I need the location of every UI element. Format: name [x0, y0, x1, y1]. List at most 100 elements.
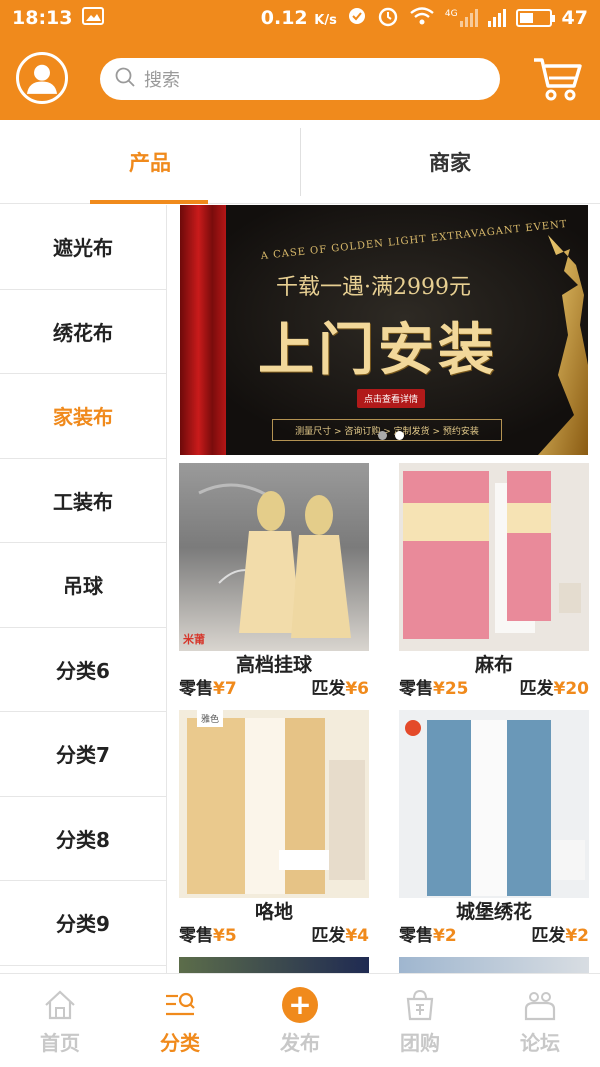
sidebar-item-category8[interactable]: 分类8	[0, 797, 166, 881]
tab-merchants[interactable]: 商家	[300, 120, 600, 204]
status-time: 18:13	[12, 7, 73, 29]
product-name: 高档挂球	[235, 654, 312, 676]
image-notification-icon	[82, 6, 105, 30]
nav-home[interactable]: 首页	[0, 974, 120, 1067]
promo-banner[interactable]: A CASE OF GOLDEN LIGHT EXTRAVAGANT EVENT…	[180, 205, 588, 455]
user-icon[interactable]	[16, 52, 68, 104]
wholesale-label: 匹发	[519, 679, 554, 699]
wholesale-price: ¥6	[345, 679, 369, 699]
banner-headline: 上门安装	[258, 317, 498, 383]
banner-pager-dots[interactable]	[378, 431, 404, 440]
product-tag: 雅色	[197, 710, 224, 727]
banner-subtitle: 千载一遇·满2999元	[276, 275, 471, 300]
retail-price-group: 零售¥7	[179, 677, 237, 701]
bottom-nav: 首页 分类 + 发布 团购 论坛	[0, 973, 600, 1067]
retail-price: ¥25	[433, 679, 469, 699]
home-icon	[45, 989, 75, 1019]
app-root: 18:13 0.12 K/s 4G 47 搜索 产品 商家 遮光布 绣花布 家装…	[0, 0, 600, 1067]
retail-label: 零售	[179, 679, 213, 699]
nav-forum[interactable]: 论坛	[480, 974, 600, 1067]
signal-sim2-icon	[487, 9, 506, 27]
retail-price-group: 零售¥5	[179, 924, 237, 948]
network-speed-value: 0.12	[260, 7, 308, 29]
network-type: 4G	[444, 8, 458, 19]
nav-publish-label: 发布	[280, 1030, 320, 1055]
product-image-linen-curtain	[399, 463, 589, 651]
product-image-partial	[179, 957, 369, 973]
retail-price: ¥7	[213, 679, 237, 699]
wholesale-price: ¥20	[553, 679, 590, 699]
battery-percent: 47	[561, 7, 588, 29]
product-card[interactable]: 米莆 高档挂球 零售¥7 匹发¥6	[179, 463, 369, 701]
pager-dot-active[interactable]	[395, 431, 404, 440]
retail-price-group: 零售¥25	[399, 677, 469, 701]
banner-curtain-image	[180, 205, 226, 455]
wholesale-price-group: 匹发¥4	[311, 924, 369, 948]
tab-divider	[300, 128, 301, 196]
sidebar-item-category7[interactable]: 分类7	[0, 712, 166, 797]
nav-category-label: 分类	[160, 1030, 200, 1055]
product-image-floor-curtain: 雅色	[179, 710, 369, 898]
main-content: A CASE OF GOLDEN LIGHT EXTRAVAGANT EVENT…	[167, 205, 600, 973]
cart-icon[interactable]	[530, 50, 586, 106]
product-name: 麻布	[474, 654, 513, 676]
retail-label: 零售	[399, 926, 433, 946]
wholesale-price: ¥4	[345, 926, 369, 946]
product-prices: 零售¥7 匹发¥6	[179, 677, 369, 701]
wholesale-label: 匹发	[311, 926, 346, 946]
nav-group-buy-label: 团购	[400, 1030, 440, 1055]
product-name: 咯地	[254, 901, 293, 923]
category-search-icon	[166, 992, 195, 1015]
product-card[interactable]: 雅色 咯地 零售¥5 匹发¥4	[179, 710, 369, 948]
tab-products[interactable]: 产品	[0, 120, 300, 204]
search-icon	[114, 66, 136, 92]
wifi-icon	[409, 6, 435, 31]
product-image-tassel: 米莆	[179, 463, 369, 651]
product-prices: 零售¥5 匹发¥4	[179, 924, 369, 948]
group-buy-bag-icon	[406, 989, 434, 1020]
banner-statue-image	[518, 225, 588, 455]
search-input[interactable]: 搜索	[100, 58, 500, 100]
sidebar-item-home-fabric[interactable]: 家装布	[0, 374, 166, 459]
retail-price-group: 零售¥2	[399, 924, 457, 948]
sidebar-item-tassel[interactable]: 吊球	[0, 543, 166, 628]
retail-label: 零售	[399, 679, 433, 699]
pager-dot[interactable]	[378, 431, 387, 440]
nav-publish[interactable]: + 发布	[240, 974, 360, 1067]
sidebar-item-category9[interactable]: 分类9	[0, 881, 166, 966]
header-bar: 搜索	[0, 36, 600, 120]
retail-price: ¥5	[213, 926, 237, 946]
product-image-partial	[399, 957, 589, 973]
alarm-icon	[377, 5, 399, 32]
wholesale-price-group: 匹发¥20	[520, 677, 590, 701]
plus-icon: +	[282, 986, 318, 1023]
sidebar-item-embroidery[interactable]: 绣花布	[0, 290, 166, 374]
sidebar-item-category6[interactable]: 分类6	[0, 628, 166, 712]
nav-forum-label: 论坛	[520, 1030, 560, 1055]
product-card[interactable]: 麻布 零售¥25 匹发¥20	[399, 463, 589, 701]
product-image-castle-embroidery	[399, 710, 589, 898]
battery-icon	[515, 9, 555, 27]
network-speed-unit: K/s	[314, 13, 337, 28]
nav-category[interactable]: 分类	[120, 974, 240, 1067]
product-watermark: 米莆	[183, 633, 205, 646]
search-placeholder: 搜索	[144, 70, 180, 91]
sidebar-item-blackout[interactable]: 遮光布	[0, 205, 166, 290]
product-name: 城堡绣花	[455, 901, 532, 923]
nav-group-buy[interactable]: 团购	[360, 974, 480, 1067]
sidebar-item-work-fabric[interactable]: 工装布	[0, 459, 166, 543]
wholesale-price-group: 匹发¥2	[531, 924, 589, 948]
retail-price: ¥2	[433, 926, 457, 946]
signal-sim1-icon	[459, 9, 478, 27]
wholesale-price: ¥2	[565, 926, 589, 946]
retail-label: 零售	[179, 926, 213, 946]
wholesale-label: 匹发	[311, 679, 346, 699]
battery-level	[519, 13, 533, 23]
product-card[interactable]: 城堡绣花 零售¥2 匹发¥2	[399, 710, 589, 948]
status-bar: 18:13 0.12 K/s 4G 47	[0, 0, 600, 36]
banner-detail-button[interactable]: 点击查看详情	[357, 389, 426, 408]
wholesale-label: 匹发	[531, 926, 566, 946]
product-prices: 零售¥2 匹发¥2	[399, 924, 589, 948]
category-sidebar: 遮光布 绣花布 家装布 工装布 吊球 分类6 分类7 分类8 分类9	[0, 205, 167, 973]
app-notification-icon	[347, 6, 367, 31]
